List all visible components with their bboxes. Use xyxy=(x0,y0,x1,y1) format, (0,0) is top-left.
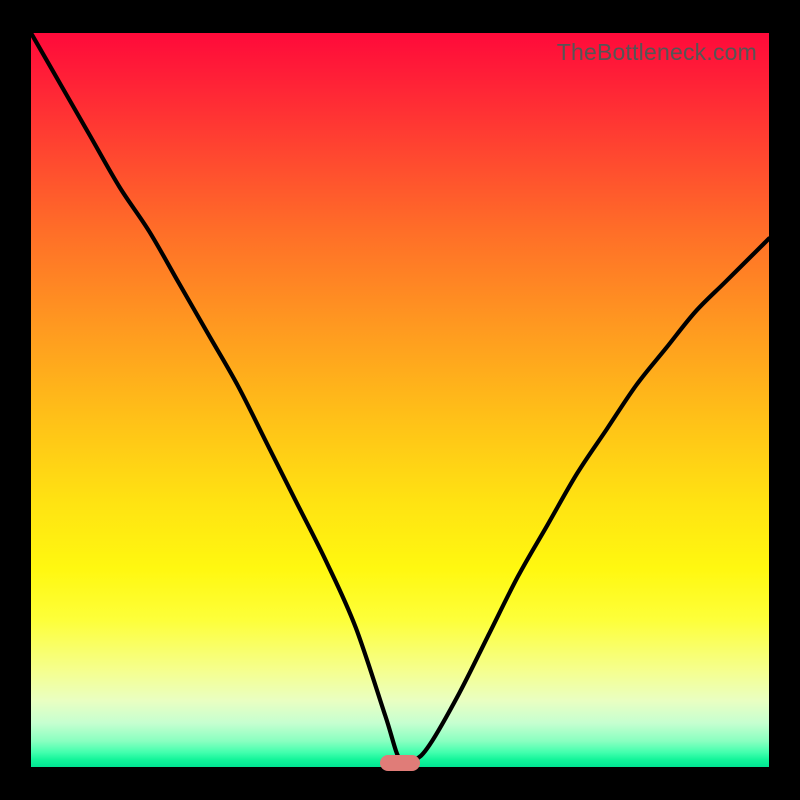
chart-frame: TheBottleneck.com xyxy=(0,0,800,800)
bottleneck-curve xyxy=(31,33,769,767)
plot-area: TheBottleneck.com xyxy=(31,33,769,767)
optimum-marker xyxy=(380,755,420,771)
